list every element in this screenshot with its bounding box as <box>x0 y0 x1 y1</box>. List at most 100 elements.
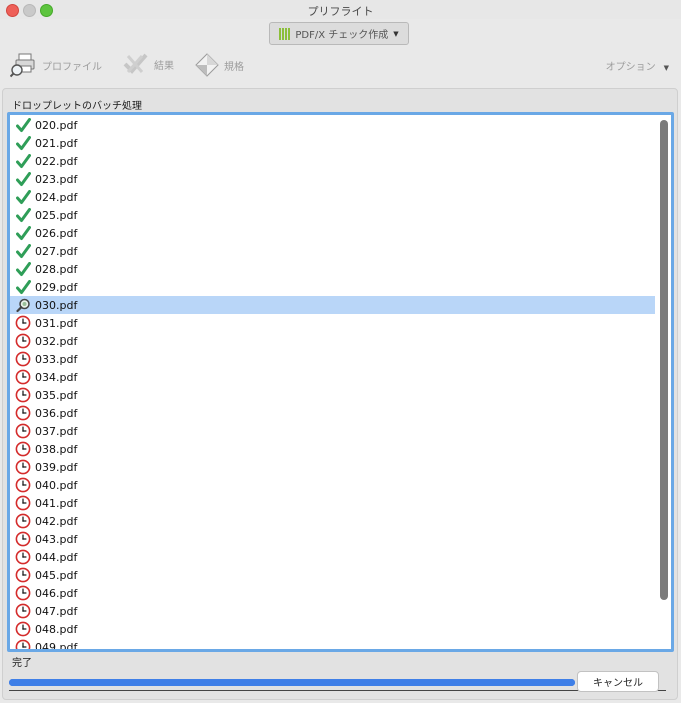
file-row[interactable]: 025.pdf <box>10 206 655 224</box>
file-name: 045.pdf <box>35 568 78 582</box>
file-row[interactable]: 029.pdf <box>10 278 655 296</box>
file-name: 025.pdf <box>35 208 78 222</box>
file-name: 036.pdf <box>35 406 78 420</box>
progress-bar-fill <box>9 679 575 686</box>
vertical-scrollbar[interactable] <box>660 120 668 600</box>
file-row[interactable]: 031.pdf <box>10 314 655 332</box>
checkmark-icon <box>15 135 31 151</box>
file-list[interactable]: 020.pdf 021.pdf 022.pdf 023.pdf 024.pdf 025.p… <box>7 112 674 652</box>
clock-icon <box>15 369 31 385</box>
toolbar-profiles[interactable]: プロファイル <box>10 52 102 78</box>
file-name: 022.pdf <box>35 154 78 168</box>
title-bar: プリフライト <box>0 0 681 19</box>
file-row[interactable]: 038.pdf <box>10 440 655 458</box>
file-name: 030.pdf <box>35 298 78 312</box>
checkmark-icon <box>15 225 31 241</box>
clock-icon <box>15 477 31 493</box>
file-name: 027.pdf <box>35 244 78 258</box>
file-name: 033.pdf <box>35 352 78 366</box>
file-name: 049.pdf <box>35 640 78 652</box>
file-name: 024.pdf <box>35 190 78 204</box>
file-row[interactable]: 039.pdf <box>10 458 655 476</box>
file-name: 026.pdf <box>35 226 78 240</box>
checkmark-icon <box>15 189 31 205</box>
checkmark-icon <box>15 207 31 223</box>
toolbar-profiles-label: プロファイル <box>42 61 102 73</box>
options-label: オプション <box>605 62 656 73</box>
check-cross-icon <box>123 53 148 74</box>
file-row[interactable]: 036.pdf <box>10 404 655 422</box>
preflight-mode-label: PDF/X チェック作成 <box>295 30 389 41</box>
magnifier-icon <box>15 297 31 313</box>
cancel-button[interactable]: キャンセル <box>577 671 659 692</box>
clock-icon <box>15 513 31 529</box>
file-row[interactable]: 023.pdf <box>10 170 655 188</box>
progress-bar <box>9 679 575 686</box>
clock-icon <box>15 333 31 349</box>
file-name: 048.pdf <box>35 622 78 636</box>
checkmark-icon <box>15 117 31 133</box>
chevron-down-icon: ▼ <box>663 64 669 72</box>
file-name: 041.pdf <box>35 496 78 510</box>
file-row[interactable]: 030.pdf <box>10 296 655 314</box>
file-name: 032.pdf <box>35 334 78 348</box>
file-name: 039.pdf <box>35 460 78 474</box>
clock-icon <box>15 639 31 649</box>
file-name: 047.pdf <box>35 604 78 618</box>
clock-icon <box>15 459 31 475</box>
file-name: 028.pdf <box>35 262 78 276</box>
file-name: 020.pdf <box>35 118 78 132</box>
file-row[interactable]: 033.pdf <box>10 350 655 368</box>
file-row[interactable]: 041.pdf <box>10 494 655 512</box>
checkmark-icon <box>15 171 31 187</box>
file-name: 023.pdf <box>35 172 78 186</box>
file-row[interactable]: 047.pdf <box>10 602 655 620</box>
file-row[interactable]: 032.pdf <box>10 332 655 350</box>
clock-icon <box>15 585 31 601</box>
file-row[interactable]: 021.pdf <box>10 134 655 152</box>
options-dropdown[interactable]: オプション ▼ <box>606 58 669 73</box>
file-row[interactable]: 037.pdf <box>10 422 655 440</box>
divider <box>9 690 666 691</box>
clock-icon <box>15 603 31 619</box>
file-row[interactable]: 048.pdf <box>10 620 655 638</box>
file-row[interactable]: 035.pdf <box>10 386 655 404</box>
file-name: 031.pdf <box>35 316 78 330</box>
clock-icon <box>15 351 31 367</box>
file-row[interactable]: 028.pdf <box>10 260 655 278</box>
window-title: プリフライト <box>307 5 374 18</box>
clock-icon <box>15 621 31 637</box>
file-row[interactable]: 044.pdf <box>10 548 655 566</box>
clock-icon <box>15 405 31 421</box>
file-name: 034.pdf <box>35 370 78 384</box>
file-row[interactable]: 040.pdf <box>10 476 655 494</box>
file-row[interactable]: 043.pdf <box>10 530 655 548</box>
file-row[interactable]: 034.pdf <box>10 368 655 386</box>
file-name: 021.pdf <box>35 136 78 150</box>
chevron-down-icon: ▼ <box>393 29 399 38</box>
file-row[interactable]: 049.pdf <box>10 638 655 652</box>
checkmark-icon <box>15 243 31 259</box>
file-name: 038.pdf <box>35 442 78 456</box>
file-row[interactable]: 024.pdf <box>10 188 655 206</box>
file-name: 040.pdf <box>35 478 78 492</box>
preflight-mode-dropdown[interactable]: PDF/X チェック作成 ▼ <box>269 22 409 45</box>
file-name: 046.pdf <box>35 586 78 600</box>
batch-label: ドロップレットのバッチ処理 <box>12 101 142 112</box>
file-row[interactable]: 045.pdf <box>10 566 655 584</box>
clock-icon <box>15 495 31 511</box>
file-row[interactable]: 042.pdf <box>10 512 655 530</box>
toolbar-standards-label: 規格 <box>224 61 244 73</box>
clock-icon <box>15 423 31 439</box>
file-row[interactable]: 027.pdf <box>10 242 655 260</box>
toolbar-results[interactable]: 結果 <box>122 52 174 76</box>
file-name: 029.pdf <box>35 280 78 294</box>
file-row[interactable]: 046.pdf <box>10 584 655 602</box>
file-row[interactable]: 020.pdf <box>10 116 655 134</box>
file-row[interactable]: 026.pdf <box>10 224 655 242</box>
status-label: 完了 <box>12 658 32 669</box>
checkmark-icon <box>15 261 31 277</box>
file-row[interactable]: 022.pdf <box>10 152 655 170</box>
toolbar-standards[interactable]: 規格 <box>194 52 244 78</box>
clock-icon <box>15 531 31 547</box>
